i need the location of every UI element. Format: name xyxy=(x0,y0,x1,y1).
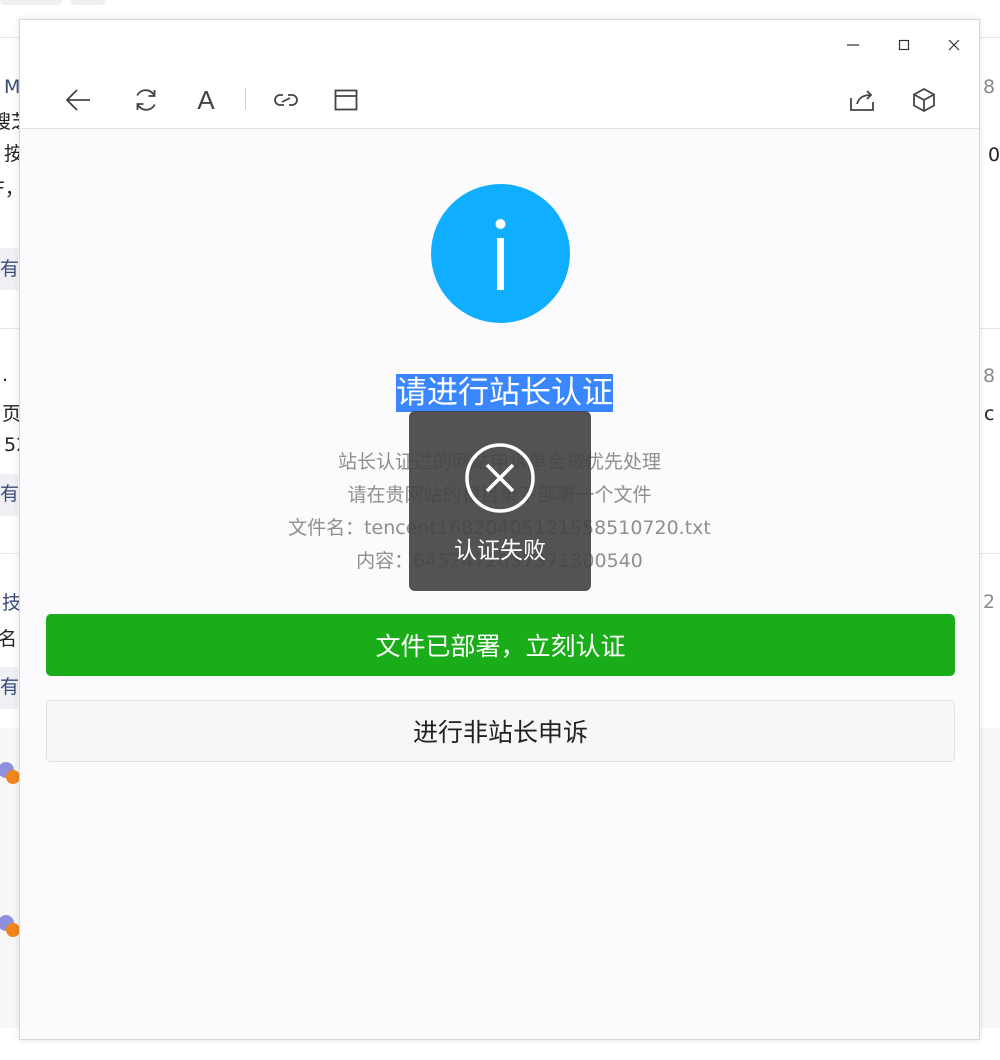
non-owner-appeal-button[interactable]: 进行非站长申诉 xyxy=(46,700,955,762)
background-text-fragment: c xyxy=(984,403,995,425)
close-button[interactable] xyxy=(937,30,971,60)
back-arrow-icon xyxy=(65,89,90,111)
back-button[interactable] xyxy=(58,80,98,120)
browser-window: A 请进行站长认证 文件已部署，立刻认证 进行非站长申诉 认证失败 xyxy=(19,19,980,1040)
link-icon xyxy=(274,94,298,106)
background-avatar xyxy=(0,915,20,939)
close-icon xyxy=(948,39,960,51)
background-divider xyxy=(980,553,1000,554)
background-text-fragment: M xyxy=(4,76,21,98)
background-text-fragment: 有 xyxy=(0,258,20,280)
share-icon xyxy=(850,90,874,111)
info-icon xyxy=(431,184,570,323)
dialog-content: 请进行站长认证 站长认证过的网站申诉单会被优先处理 请在贵网站的根目录下部署一个… xyxy=(20,128,979,1041)
background-text-fragment: 0 xyxy=(988,144,1000,166)
cube-icon xyxy=(913,87,935,113)
background-top-bar xyxy=(0,0,1000,20)
background-text-fragment: 有 xyxy=(0,676,20,698)
maximize-icon xyxy=(898,39,910,51)
minimize-icon xyxy=(847,44,859,46)
background-divider xyxy=(0,328,20,329)
open-in-browser-button[interactable] xyxy=(326,80,366,120)
mini-program-button[interactable] xyxy=(904,80,944,120)
toast-message: 认证失败 xyxy=(454,538,546,564)
refresh-icon xyxy=(136,89,156,111)
font-size-button[interactable]: A xyxy=(186,80,226,120)
browser-window-icon xyxy=(334,89,358,111)
background-text-fragment: 有 xyxy=(0,483,20,505)
background-text-fragment: 2 xyxy=(983,591,996,613)
background-text-fragment: 8 xyxy=(983,76,996,98)
error-toast: 认证失败 xyxy=(409,411,591,591)
window-title-bar: A xyxy=(20,20,979,129)
background-divider xyxy=(980,328,1000,329)
background-top-chip xyxy=(0,0,62,5)
background-text-fragment: 8 xyxy=(983,365,996,387)
copy-link-button[interactable] xyxy=(266,80,306,120)
refresh-button[interactable] xyxy=(126,80,166,120)
verify-now-button[interactable]: 文件已部署，立刻认证 xyxy=(46,614,955,676)
dialog-title: 请进行站长认证 xyxy=(396,374,613,412)
share-button[interactable] xyxy=(842,80,882,120)
background-avatar xyxy=(0,762,20,786)
background-text-fragment: . xyxy=(2,364,9,386)
toolbar-separator xyxy=(245,88,246,110)
maximize-button[interactable] xyxy=(887,30,921,60)
background-top-chip xyxy=(70,0,106,5)
background-divider xyxy=(980,37,1000,38)
background-divider xyxy=(0,37,20,38)
font-icon: A xyxy=(197,84,215,115)
background-text-fragment: 名 xyxy=(0,628,18,650)
error-circle-icon xyxy=(465,443,535,513)
minimize-button[interactable] xyxy=(836,30,870,60)
background-divider xyxy=(0,553,20,554)
